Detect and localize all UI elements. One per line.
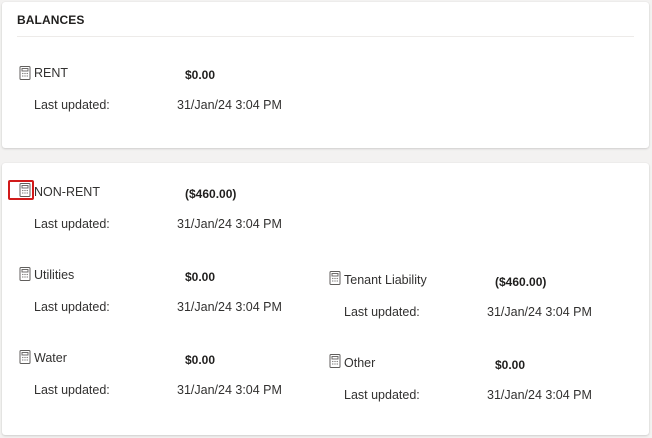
last-updated-value: 31/Jan/24 3:04 PM — [487, 305, 592, 319]
calculator-icon — [329, 354, 341, 368]
account-label-tenant-liability: Tenant Liability — [344, 273, 427, 287]
account-label-nonrent: NON-RENT — [34, 185, 100, 199]
account-amount-rent: $0.00 — [185, 68, 216, 82]
last-updated-value: 31/Jan/24 3:04 PM — [177, 300, 282, 314]
calculator-icon — [19, 350, 31, 364]
calculator-icon[interactable] — [19, 183, 31, 197]
account-label-other: Other — [344, 356, 376, 370]
last-updated-label: Last updated: — [34, 98, 110, 112]
last-updated-label: Last updated: — [344, 388, 420, 402]
calculator-icon — [329, 271, 341, 285]
balances-card: BALANCES RENT $0.00 Last updated: 31/Jan… — [2, 2, 649, 148]
account-amount-water: $0.00 — [185, 353, 216, 367]
last-updated-value: 31/Jan/24 3:04 PM — [177, 383, 282, 397]
account-label-water: Water — [34, 351, 67, 365]
account-label-utilities: Utilities — [34, 268, 75, 282]
section-divider — [17, 36, 634, 37]
account-amount-nonrent: ($460.00) — [185, 187, 237, 201]
last-updated-label: Last updated: — [34, 383, 110, 397]
account-amount-utilities: $0.00 — [185, 270, 216, 284]
nonrent-card: NON-RENT ($460.00) Last updated: 31/Jan/… — [2, 163, 649, 435]
last-updated-value: 31/Jan/24 3:04 PM — [487, 388, 592, 402]
account-label-rent: RENT — [34, 66, 69, 80]
account-amount-tenant-liability: ($460.00) — [495, 275, 547, 289]
last-updated-label: Last updated: — [34, 300, 110, 314]
last-updated-value: 31/Jan/24 3:04 PM — [177, 217, 282, 231]
last-updated-value: 31/Jan/24 3:04 PM — [177, 98, 282, 112]
last-updated-label: Last updated: — [344, 305, 420, 319]
section-title: BALANCES — [17, 13, 85, 27]
calculator-icon — [19, 66, 31, 80]
calculator-icon — [19, 267, 31, 281]
last-updated-label: Last updated: — [34, 217, 110, 231]
account-amount-other: $0.00 — [495, 358, 526, 372]
